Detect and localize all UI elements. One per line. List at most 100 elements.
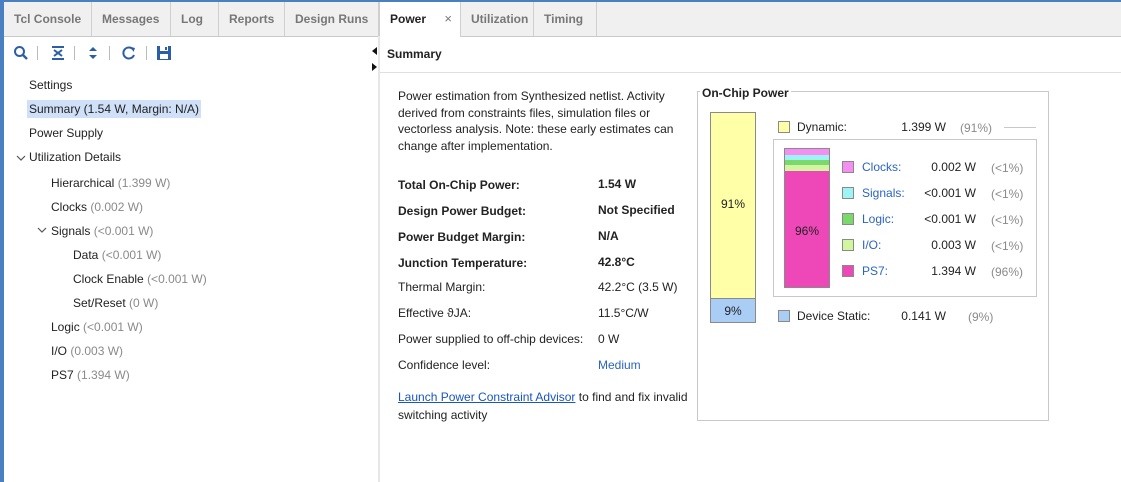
tree-item-label: Logic xyxy=(51,320,80,334)
collapse-all-icon[interactable] xyxy=(49,44,67,62)
save-icon[interactable] xyxy=(155,44,173,62)
tab-label: Reports xyxy=(229,12,275,26)
budget-margin-label: Power Budget Margin: xyxy=(398,230,526,244)
tab-design-runs[interactable]: Design Runs xyxy=(285,2,379,36)
chevron-down-icon[interactable] xyxy=(37,225,47,235)
tab-label: Utilization xyxy=(471,12,529,26)
power-budget-label: Design Power Budget: xyxy=(398,204,527,218)
offchip-power-label: Power supplied to off-chip devices: xyxy=(398,332,584,346)
tab-timing[interactable]: Timing xyxy=(534,2,597,36)
total-power-label: Total On-Chip Power: xyxy=(398,178,520,192)
static-percent: (9%) xyxy=(968,310,994,324)
tree-item-io[interactable]: I/O (0.003 W) xyxy=(51,344,123,358)
chevron-down-icon[interactable] xyxy=(16,153,26,163)
ps7-value: 1.394 W xyxy=(931,264,976,278)
tree-item-value: (0 W) xyxy=(129,296,159,310)
static-swatch xyxy=(778,310,790,322)
logic-value: <0.001 W xyxy=(924,212,976,226)
tree-item-label: Settings xyxy=(29,78,73,92)
budget-margin-value: N/A xyxy=(598,229,619,243)
tree-item-hierarchical[interactable]: Hierarchical (1.399 W) xyxy=(51,176,170,190)
tree-item-value: (0.002 W) xyxy=(90,200,144,214)
effective-theta-value: 11.5°C/W xyxy=(598,306,649,320)
total-power-value: 1.54 W xyxy=(598,177,637,191)
tree-item-clock-enable[interactable]: Clock Enable (<0.001 W) xyxy=(73,272,207,286)
tab-utilization[interactable]: Utilization xyxy=(461,2,534,36)
tree-item-label: PS7 xyxy=(51,368,74,382)
tab-label: Log xyxy=(181,12,203,26)
tree-item-logic[interactable]: Logic (<0.001 W) xyxy=(51,320,143,334)
tree-item-label: Hierarchical xyxy=(51,176,115,190)
signals-value: <0.001 W xyxy=(924,186,976,200)
junction-temp-label: Junction Temperature: xyxy=(398,256,528,270)
toolbar-separator xyxy=(37,46,38,60)
expand-all-icon[interactable] xyxy=(84,44,102,62)
close-tab-icon[interactable]: × xyxy=(444,2,452,36)
window-left-border xyxy=(0,0,4,482)
tree-item-label: Utilization Details xyxy=(29,150,122,164)
tab-log[interactable]: Log xyxy=(171,2,219,36)
dynamic-connector-line xyxy=(1004,127,1036,128)
tree-item-clocks[interactable]: Clocks (0.002 W) xyxy=(51,200,143,214)
confidence-level-link[interactable]: Medium xyxy=(598,358,641,372)
toolbar-separator xyxy=(74,46,75,60)
clocks-swatch xyxy=(842,161,854,173)
on-chip-power-title: On-Chip Power xyxy=(700,86,791,100)
tree-item-value: (0.003 W) xyxy=(70,344,124,358)
advisor-text: Launch Power Constraint Advisor to find … xyxy=(398,388,688,424)
expand-right-icon[interactable] xyxy=(372,63,377,71)
tree-item-data[interactable]: Data (<0.001 W) xyxy=(73,248,161,262)
logic-link[interactable]: Logic: xyxy=(862,212,894,226)
tree-item-summary[interactable]: Summary (1.54 W, Margin: N/A) xyxy=(27,100,202,118)
power-constraint-advisor-link[interactable]: Launch Power Constraint Advisor xyxy=(398,390,575,404)
junction-temp-value: 42.8°C xyxy=(598,255,635,269)
ps7-swatch xyxy=(842,265,854,277)
confidence-label: Confidence level: xyxy=(398,358,491,372)
thermal-margin-value: 42.2°C (3.5 W) xyxy=(598,280,678,294)
tree-item-value: (<0.001 W) xyxy=(93,224,154,238)
offchip-power-value: 0 W xyxy=(598,332,620,346)
tree-item-utilization-details[interactable]: Utilization Details xyxy=(29,150,121,164)
summary-title: Summary xyxy=(387,47,442,61)
tree-item-label: Summary (1.54 W, Margin: N/A) xyxy=(29,102,200,116)
dynamic-bar-label: 91% xyxy=(720,197,746,211)
tab-tcl-console[interactable]: Tcl Console xyxy=(4,2,92,36)
static-bar-label: 9% xyxy=(724,304,742,318)
search-icon[interactable] xyxy=(12,44,30,62)
ps7-percent: (96%) xyxy=(991,265,1024,279)
ps7-link[interactable]: PS7: xyxy=(862,264,888,278)
ps7-bar-label: 96% xyxy=(794,224,820,238)
signals-percent: (<1%) xyxy=(991,187,1024,201)
tree-item-power-supply[interactable]: Power Supply xyxy=(29,126,103,140)
tree-item-set-reset[interactable]: Set/Reset (0 W) xyxy=(73,296,158,310)
tab-power[interactable]: Power × xyxy=(379,2,461,37)
logic-swatch xyxy=(842,213,854,225)
tab-label: Timing xyxy=(544,12,584,26)
io-value: 0.003 W xyxy=(931,238,976,252)
tree-item-value: (1.394 W) xyxy=(77,368,130,382)
tab-label: Tcl Console xyxy=(14,12,82,26)
io-swatch xyxy=(842,239,854,251)
effective-theta-label: Effective ϑJA: xyxy=(398,306,472,320)
tree-item-value: (<0.001 W) xyxy=(101,248,162,262)
tab-messages[interactable]: Messages xyxy=(92,2,171,36)
summary-header-bar xyxy=(380,38,1121,73)
tree-item-label: Clock Enable xyxy=(73,272,144,286)
clocks-percent: (<1%) xyxy=(991,161,1024,175)
tab-label: Design Runs xyxy=(295,12,369,26)
tree-item-label: Data xyxy=(73,248,99,262)
tab-bar: Tcl Console Messages Log Reports Design … xyxy=(4,2,1121,37)
tree-item-settings[interactable]: Settings xyxy=(29,78,72,92)
tree-item-ps7[interactable]: PS7 (1.394 W) xyxy=(51,368,130,382)
tree-item-value: (<0.001 W) xyxy=(147,272,207,286)
dynamic-label: Dynamic: xyxy=(797,120,848,134)
refresh-icon[interactable] xyxy=(120,44,138,62)
tree-item-label: I/O xyxy=(51,344,68,358)
tree-item-signals[interactable]: Signals (<0.001 W) xyxy=(51,224,153,238)
io-link[interactable]: I/O: xyxy=(862,238,881,252)
tab-reports[interactable]: Reports xyxy=(219,2,285,36)
collapse-left-icon[interactable] xyxy=(372,47,377,55)
toolbar-separator xyxy=(109,46,110,60)
tree-item-label: Power Supply xyxy=(29,126,104,140)
panel-splitter[interactable] xyxy=(378,36,380,482)
